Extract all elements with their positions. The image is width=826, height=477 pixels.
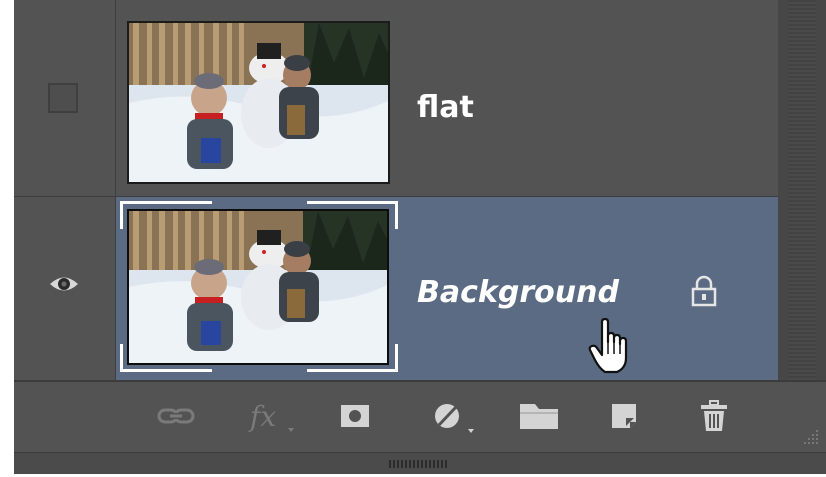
selection-corner	[120, 201, 212, 204]
new-layer-icon[interactable]	[604, 398, 644, 434]
drag-handle-icon[interactable]	[389, 460, 449, 468]
svg-text:fx: fx	[248, 400, 276, 433]
visibility-toggle-off[interactable]	[48, 83, 78, 113]
layer-row-background[interactable]: Background	[14, 197, 826, 380]
folder-icon[interactable]	[514, 398, 564, 434]
layers-toolbar: fx	[14, 381, 826, 452]
lock-icon	[690, 275, 718, 307]
layers-panel: flat Background fx	[14, 0, 826, 474]
adjustment-layer-icon[interactable]	[427, 398, 479, 434]
selection-corner	[307, 201, 398, 204]
eye-icon[interactable]	[48, 273, 80, 295]
layer-thumbnail[interactable]	[127, 21, 390, 184]
link-icon[interactable]	[154, 398, 198, 434]
selection-corner	[395, 344, 398, 372]
selection-corner	[120, 201, 123, 229]
snow-kids-photo	[129, 211, 387, 363]
layer-thumbnail[interactable]	[127, 209, 389, 365]
snow-kids-photo	[129, 23, 388, 182]
panel-bottom-bar	[14, 452, 826, 474]
visibility-column	[14, 0, 116, 196]
layer-name[interactable]: Background	[417, 275, 619, 310]
scrollbar[interactable]	[778, 0, 826, 380]
visibility-column	[14, 197, 116, 380]
selection-corner	[307, 369, 398, 372]
layer-name[interactable]: flat	[417, 90, 474, 125]
hand-pointer-icon	[587, 317, 639, 376]
selection-corner	[120, 369, 212, 372]
selection-corner	[120, 344, 123, 372]
selection-corner	[395, 201, 398, 229]
fx-icon[interactable]: fx	[244, 398, 298, 434]
layer-mask-icon[interactable]	[335, 398, 375, 434]
layer-row-flat[interactable]: flat	[14, 0, 826, 196]
resize-grip-icon[interactable]	[800, 426, 820, 446]
trash-icon[interactable]	[694, 398, 734, 434]
